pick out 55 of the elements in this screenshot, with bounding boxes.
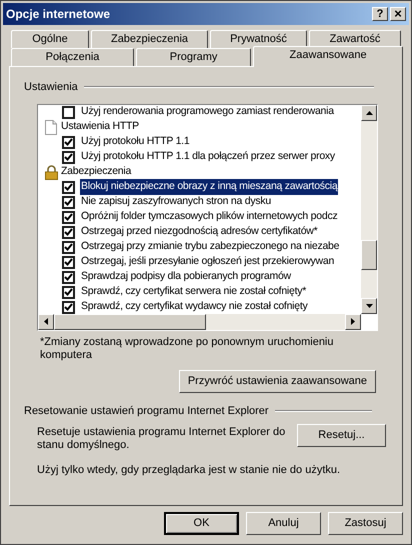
- tab[interactable]: Zabezpieczenia: [91, 30, 208, 48]
- tab[interactable]: Programy: [136, 48, 252, 66]
- reset-description: Resetuje ustawienia programu Internet Explorer do stanu domyślnego.: [37, 425, 286, 452]
- group-label: Ustawienia: [24, 80, 78, 95]
- restore-advanced-button[interactable]: Przywróć ustawienia zaawansowane: [178, 370, 376, 392]
- down-arrow-icon: [366, 304, 372, 308]
- checkbox[interactable]: [62, 300, 75, 314]
- horizontal-scrollbar[interactable]: [38, 314, 361, 330]
- checkbox[interactable]: [62, 210, 75, 224]
- window-title: Opcje internetowe: [6, 6, 110, 23]
- left-arrow-icon: [44, 318, 48, 325]
- help-button[interactable]: ?: [372, 7, 388, 21]
- checkbox[interactable]: [62, 240, 75, 254]
- setting-option[interactable]: Sprawdź, czy certyfikat wydawcy nie został cofnięty: [80, 299, 309, 314]
- checkbox[interactable]: [62, 286, 75, 298]
- checkbox[interactable]: [62, 270, 75, 284]
- scrollbar-thumb[interactable]: [361, 240, 377, 270]
- restart-note: *Zmiany zostaną wprowadzone po ponownym uruchomieniu komputera: [40, 336, 334, 362]
- checkbox[interactable]: [62, 196, 75, 208]
- dialog-button[interactable]: Zastosuj: [328, 512, 403, 535]
- setting-option[interactable]: Ostrzegaj, jeśli przesyłanie ogłoszeń jest przekierowywan: [80, 254, 336, 270]
- page-icon: [45, 120, 57, 134]
- category-label: Ustawienia HTTP: [61, 119, 139, 134]
- setting-option[interactable]: Sprawdź, czy certyfikat serwera nie został cofnięty*: [80, 284, 308, 300]
- setting-option[interactable]: Nie zapisuj zaszyfrowanych stron na dysku: [80, 194, 272, 210]
- tab[interactable]: Ogólne: [11, 30, 89, 48]
- vertical-scrollbar[interactable]: [361, 104, 377, 314]
- tab[interactable]: Połączenia: [11, 48, 134, 66]
- scrollbar-thumb[interactable]: [54, 314, 206, 330]
- checkbox[interactable]: [62, 136, 75, 148]
- tab[interactable]: Prywatność: [210, 30, 307, 48]
- category-label: Zabezpieczenia: [61, 164, 132, 180]
- setting-option[interactable]: Ostrzegaj przed niezgodnością adresów certyfikatów*: [80, 224, 318, 240]
- setting-option[interactable]: Sprawdzaj podpisy dla pobieranych programów: [80, 269, 292, 285]
- reset-warning: Użyj tylko wtedy, gdy przeglądarka jest w stanie nie do użytku.: [37, 463, 342, 478]
- padlock-icon: [44, 164, 58, 180]
- checkbox[interactable]: [62, 256, 75, 268]
- right-arrow-icon: [351, 318, 355, 325]
- up-arrow-icon: [366, 110, 372, 114]
- setting-option[interactable]: Opróżnij folder tymczasowych plików internetowych podcz: [80, 209, 338, 225]
- dialog-button[interactable]: Anuluj: [246, 512, 321, 535]
- dialog-button[interactable]: OK: [164, 512, 239, 535]
- setting-option[interactable]: Użyj protokołu HTTP 1.1 dla połączeń przez serwer proxy: [80, 149, 336, 165]
- checkbox[interactable]: [62, 226, 75, 238]
- close-button[interactable]: ×: [390, 7, 406, 21]
- checkbox[interactable]: [62, 150, 75, 164]
- checkbox[interactable]: [62, 106, 75, 118]
- setting-option[interactable]: Użyj protokołu HTTP 1.1: [80, 134, 190, 150]
- setting-option[interactable]: Blokuj niebezpieczne obrazy z inną mieszaną zawartością: [80, 179, 338, 195]
- tab[interactable]: Zaawansowane: [253, 46, 403, 67]
- checkbox[interactable]: [62, 180, 75, 194]
- setting-option[interactable]: Ostrzegaj przy zmianie trybu zabezpieczonego na niezabe: [80, 239, 340, 255]
- reset-button[interactable]: Resetuj...: [297, 424, 386, 447]
- setting-option[interactable]: Użyj renderowania programowego zamiast renderowania: [80, 104, 335, 120]
- group-label: Resetowanie ustawień programu Internet Explorer: [24, 404, 269, 418]
